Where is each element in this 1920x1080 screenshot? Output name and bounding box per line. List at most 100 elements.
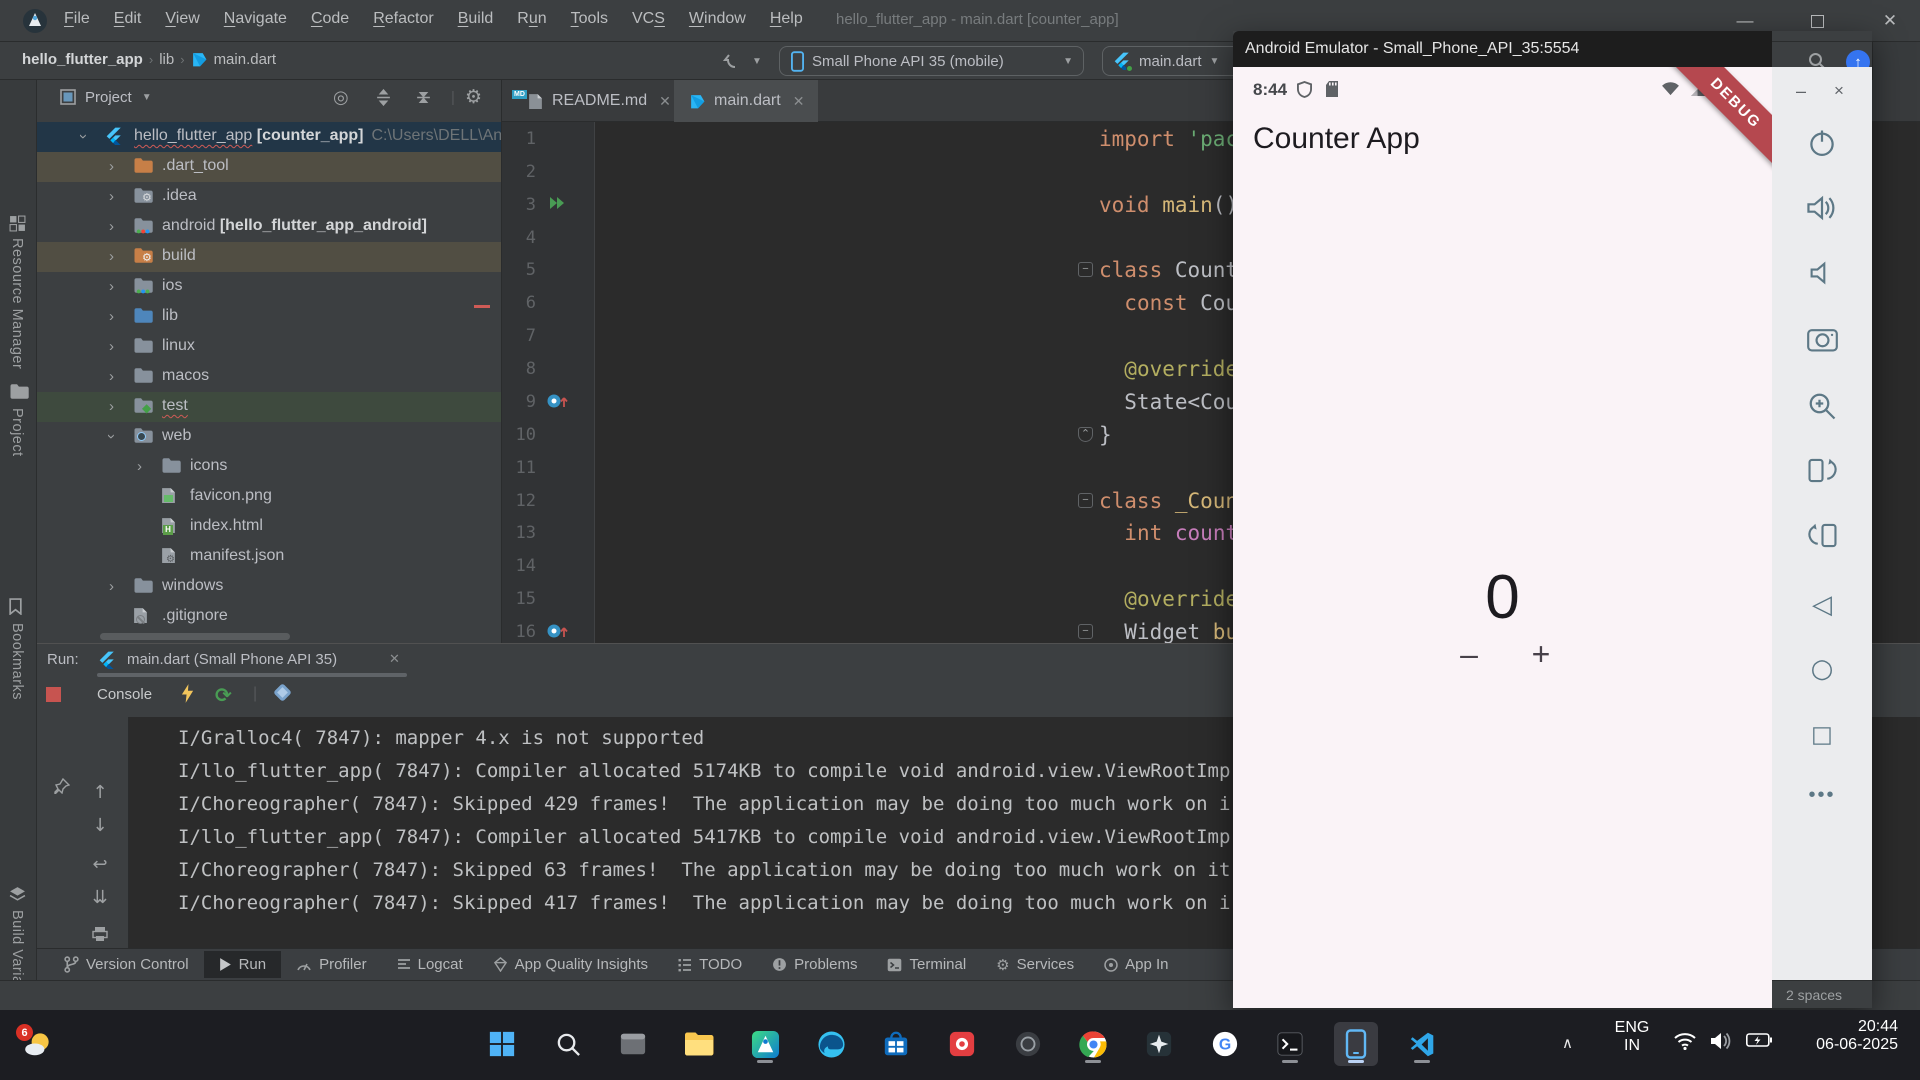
- emulator-volume-up-button[interactable]: [1805, 191, 1839, 225]
- collapse-all-icon[interactable]: [415, 89, 432, 106]
- tree-item-hello-flutter-app[interactable]: › hello_flutter_app [counter_app] C:\Users…: [37, 122, 501, 152]
- taskbar-search[interactable]: [546, 1022, 590, 1066]
- tool-window-app-quality-insights[interactable]: App Quality Insights: [478, 951, 663, 978]
- taskbar-file-explorer[interactable]: [677, 1022, 721, 1066]
- tree-item-build[interactable]: › ⚙ build: [37, 242, 501, 272]
- tool-window-todo[interactable]: TODO: [663, 951, 757, 978]
- tray-battery-icon[interactable]: [1746, 1033, 1772, 1047]
- fold-end-icon[interactable]: ⌃: [1078, 427, 1093, 442]
- run-tab-label[interactable]: main.dart (Small Phone API 35): [127, 651, 337, 668]
- breadcrumb-file[interactable]: main.dart: [214, 51, 277, 68]
- tool-window-version-control[interactable]: Version Control: [49, 951, 204, 978]
- console-tab[interactable]: Console: [97, 686, 152, 703]
- taskbar-android-studio[interactable]: [743, 1022, 787, 1066]
- chevron-right-icon[interactable]: ›: [109, 158, 114, 175]
- emulator-title-bar[interactable]: Android Emulator - Small_Phone_API_35:55…: [1233, 31, 1772, 67]
- emulator-minimize-button[interactable]: –: [1796, 81, 1806, 102]
- device-selector[interactable]: Small Phone API 35 (mobile) ▼: [779, 46, 1084, 76]
- tool-window-profiler[interactable]: Profiler: [281, 951, 382, 978]
- arrow-down-icon[interactable]: ↓: [87, 812, 113, 838]
- arrow-up-icon[interactable]: ↑: [87, 779, 113, 805]
- tree-item-android[interactable]: › ●●● android [hello_flutter_app_android]: [37, 212, 501, 242]
- tool-window-app-in[interactable]: App In: [1089, 951, 1183, 978]
- tree-item-favicon-png[interactable]: favicon.png: [37, 482, 501, 512]
- breadcrumb-project[interactable]: hello_flutter_app: [22, 51, 143, 68]
- emulator-overview-button[interactable]: □: [1805, 718, 1839, 752]
- chevron-right-icon[interactable]: ›: [109, 338, 114, 355]
- taskbar-app-window[interactable]: [611, 1022, 655, 1066]
- tool-window-services[interactable]: ⚙ Services: [981, 951, 1089, 979]
- chevron-right-icon[interactable]: ›: [109, 248, 114, 265]
- taskbar-start[interactable]: [480, 1022, 524, 1066]
- tree-item-dart-tool[interactable]: › .dart_tool: [37, 152, 501, 182]
- tab-main-dart[interactable]: main.dart ✕: [674, 80, 819, 122]
- decrement-button[interactable]: –: [1451, 635, 1487, 673]
- menu-view[interactable]: View: [153, 0, 211, 38]
- settings-gear-icon[interactable]: ⚙: [465, 86, 482, 108]
- chevron-right-icon[interactable]: ›: [137, 458, 142, 475]
- emulator-rotate-left-button[interactable]: [1805, 453, 1839, 487]
- menu-help[interactable]: Help: [758, 0, 815, 38]
- tray-expand-icon[interactable]: ∧: [1562, 1034, 1573, 1052]
- tree-item-linux[interactable]: › linux: [37, 332, 501, 362]
- tree-item-ios[interactable]: › ●●● ios: [37, 272, 501, 302]
- menu-edit[interactable]: Edit: [102, 0, 154, 38]
- hot-reload-icon[interactable]: [180, 683, 195, 704]
- emulator-more-button[interactable]: •••: [1805, 778, 1839, 812]
- menu-window[interactable]: Window: [677, 0, 758, 38]
- print-icon[interactable]: [87, 921, 113, 947]
- tree-item-gitignore[interactable]: .gitignore: [37, 602, 501, 632]
- tree-item-test[interactable]: › ◆ test: [37, 392, 501, 422]
- menu-build[interactable]: Build: [446, 0, 506, 38]
- rerun-history-icon[interactable]: [722, 50, 744, 72]
- taskbar-app-dark[interactable]: [1006, 1022, 1050, 1066]
- breadcrumb-lib[interactable]: lib: [159, 51, 174, 68]
- emulator-camera-button[interactable]: [1805, 321, 1839, 355]
- fold-icon[interactable]: −: [1078, 493, 1093, 508]
- taskbar-app-red[interactable]: [940, 1022, 984, 1066]
- emulator-screen[interactable]: 8:44 DEBUG Counter App 0 – +: [1233, 67, 1772, 1008]
- emulator-close-button[interactable]: ×: [1834, 81, 1844, 101]
- tool-window-logcat[interactable]: Logcat: [382, 951, 478, 978]
- dart-devtools-icon[interactable]: [273, 683, 292, 702]
- stop-icon[interactable]: [46, 687, 61, 702]
- menu-run[interactable]: Run: [505, 0, 558, 38]
- tool-window-terminal[interactable]: Terminal: [872, 951, 981, 978]
- taskbar-app-compass[interactable]: [1137, 1022, 1181, 1066]
- tool-window-run[interactable]: Run: [203, 951, 282, 978]
- chevron-right-icon[interactable]: ›: [109, 218, 114, 235]
- chevron-right-icon[interactable]: ›: [109, 578, 114, 595]
- tab-readme[interactable]: MD README.md ✕: [512, 80, 685, 122]
- menu-tools[interactable]: Tools: [559, 0, 620, 38]
- chevron-right-icon[interactable]: ›: [109, 308, 114, 325]
- chevron-right-icon[interactable]: ›: [109, 398, 114, 415]
- menu-vcs[interactable]: VCS: [620, 0, 677, 38]
- clock[interactable]: 20:44 06-06-2025: [1798, 1018, 1898, 1054]
- chevron-right-icon[interactable]: ›: [109, 278, 114, 295]
- menu-navigate[interactable]: Navigate: [212, 0, 299, 38]
- expand-all-icon[interactable]: [375, 88, 392, 106]
- taskbar-edge[interactable]: [809, 1022, 853, 1066]
- pin-icon[interactable]: [49, 773, 75, 799]
- language-indicator[interactable]: ENG IN: [1612, 1019, 1652, 1055]
- tree-item-macos[interactable]: › macos: [37, 362, 501, 392]
- taskbar-android-emulator[interactable]: [1334, 1022, 1378, 1066]
- emulator-back-button[interactable]: ◁: [1805, 588, 1839, 622]
- emulator-rotate-right-button[interactable]: [1805, 518, 1839, 552]
- chevron-down-icon[interactable]: ›: [103, 434, 120, 439]
- history-caret-icon[interactable]: ▼: [752, 56, 762, 67]
- increment-button[interactable]: +: [1523, 635, 1559, 673]
- horizontal-scrollbar[interactable]: [100, 633, 290, 640]
- tree-item-manifest-json[interactable]: ⚙ manifest.json: [37, 542, 501, 572]
- chevron-down-icon[interactable]: ›: [75, 134, 92, 139]
- taskbar-terminal[interactable]: [1268, 1022, 1312, 1066]
- taskbar-vs-code[interactable]: [1400, 1022, 1444, 1066]
- emulator-power-button[interactable]: [1805, 126, 1839, 160]
- tree-item-index-html[interactable]: Hindex.html: [37, 512, 501, 542]
- taskbar-chrome[interactable]: [1071, 1022, 1115, 1066]
- taskbar-notification-widget[interactable]: 6: [16, 1022, 60, 1066]
- chevron-right-icon[interactable]: ›: [109, 188, 114, 205]
- locate-file-icon[interactable]: ◎: [333, 87, 349, 108]
- tree-item-lib[interactable]: › lib: [37, 302, 501, 332]
- soft-wrap-icon[interactable]: ↩: [87, 851, 113, 877]
